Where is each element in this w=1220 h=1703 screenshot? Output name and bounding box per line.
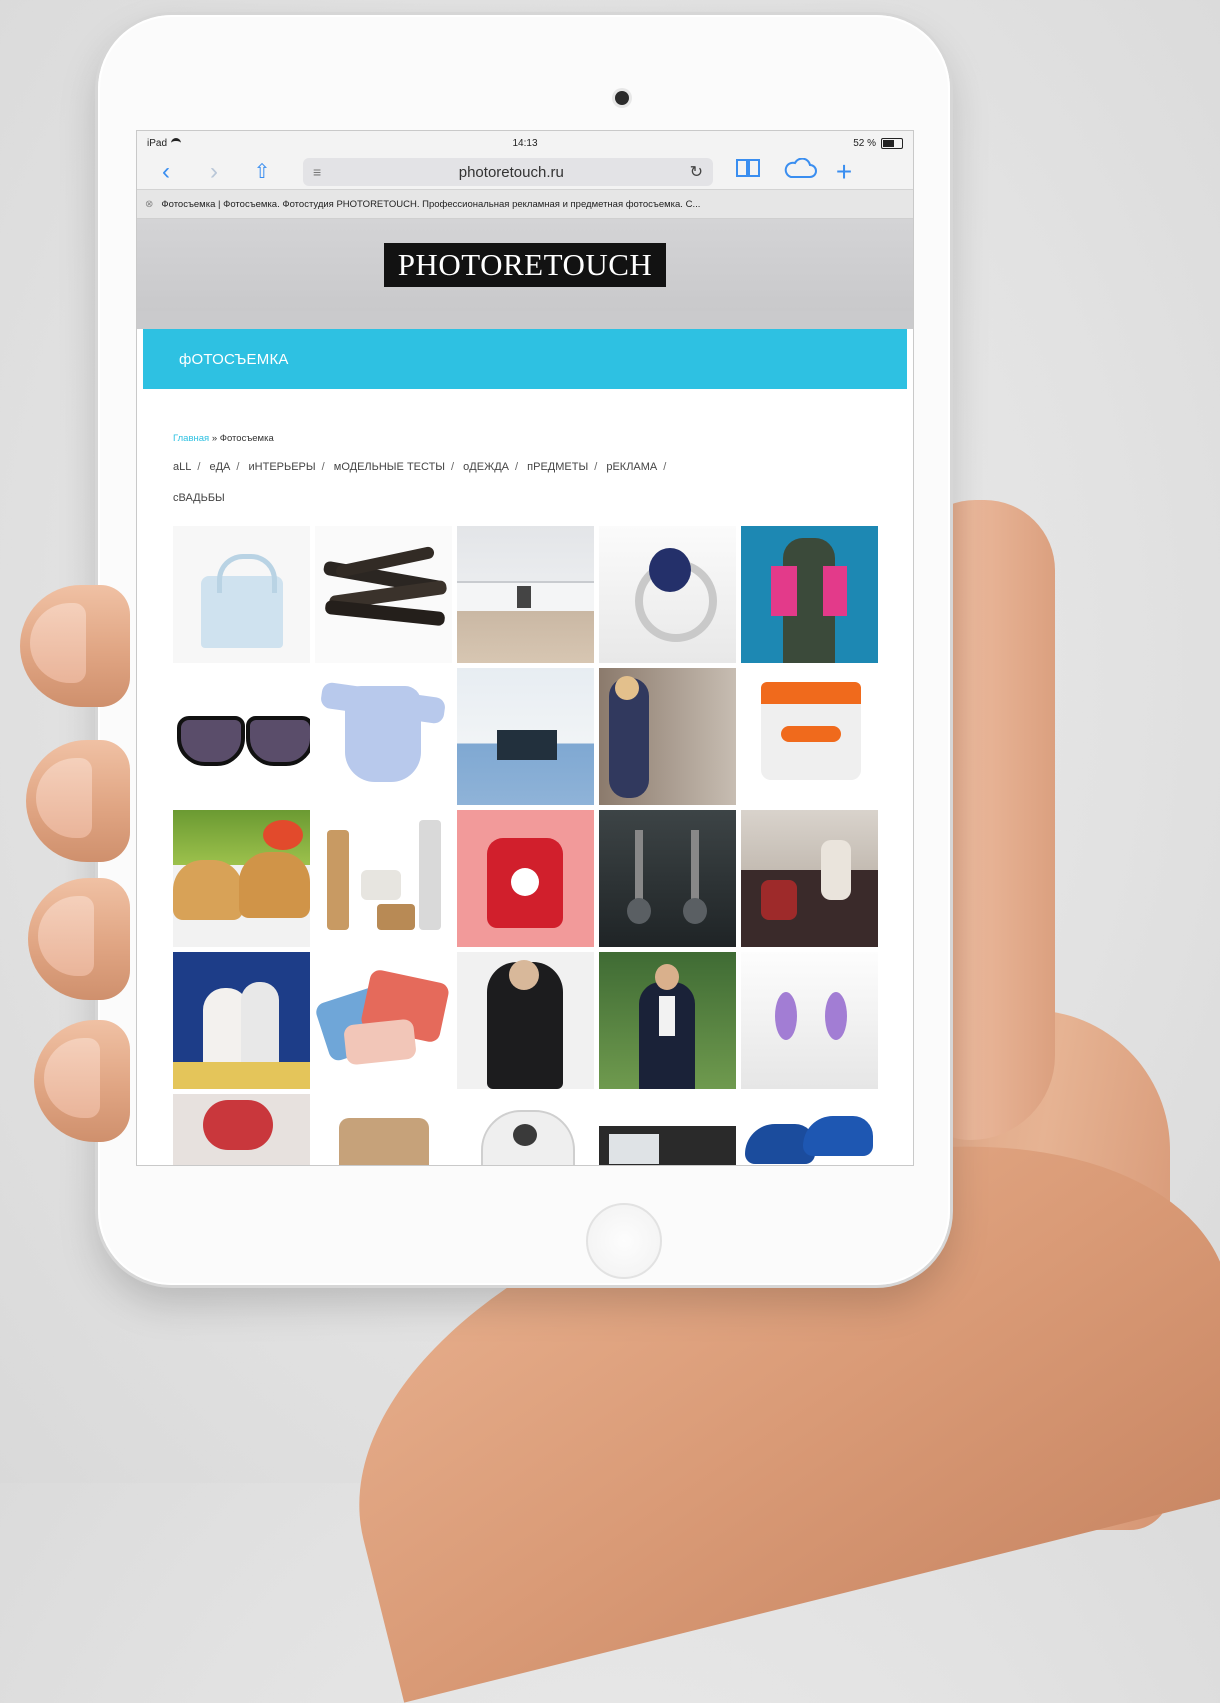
site-header: PHOTORETOUCH: [137, 219, 913, 311]
filter-separator: /: [594, 461, 598, 473]
forward-button[interactable]: ›: [201, 158, 227, 186]
back-button[interactable]: ‹: [153, 158, 179, 186]
cloud-icon: [784, 157, 817, 178]
gallery-item-handbag[interactable]: [173, 526, 310, 663]
gallery-item-office-interior[interactable]: [457, 668, 594, 805]
filter-interiors[interactable]: иНТЕРЬЕРЫ: [249, 461, 316, 473]
gallery-item-fashion-model-sitting[interactable]: [599, 668, 736, 805]
gallery-item-baby-bodysuit[interactable]: [315, 668, 452, 805]
share-button[interactable]: ⇧: [249, 158, 275, 186]
book-icon: [736, 159, 760, 177]
gallery-item-sapphire-ring[interactable]: [599, 526, 736, 663]
clock: 14:13: [512, 137, 538, 149]
gallery-item-teapot-ad[interactable]: [457, 810, 594, 947]
gallery-item-cosmetic-jar[interactable]: [741, 668, 878, 805]
breadcrumb-separator: »: [211, 433, 218, 444]
gallery-item-burlap-bag[interactable]: [315, 1094, 452, 1165]
wifi-icon: [171, 137, 182, 149]
tab-bar[interactable]: ⊗ Фотосъемка | Фотосъемка. Фотостудия PH…: [137, 189, 913, 219]
browser-toolbar: ‹ › ⇧ ≡ photoretouch.ru ↻ +: [137, 155, 913, 189]
carrier-label: iPad: [147, 137, 168, 149]
hand-finger: [28, 878, 130, 1000]
filter-separator: /: [197, 461, 201, 473]
section-title: фОТОСЪЕМКА: [179, 350, 289, 368]
breadcrumb: Главная » Фотосъемка: [173, 433, 877, 444]
gallery-item-man-in-blazer[interactable]: [599, 952, 736, 1089]
gallery-item-pearl-earrings[interactable]: [599, 810, 736, 947]
gallery-item-fur-coat[interactable]: [457, 952, 594, 1089]
battery-icon: [881, 137, 903, 149]
hand-finger: [26, 740, 130, 862]
filter-all[interactable]: aLL: [173, 461, 191, 473]
breadcrumb-home-link[interactable]: Главная: [173, 433, 209, 444]
site-logo[interactable]: PHOTORETOUCH: [383, 243, 667, 287]
gallery-item-sunglasses[interactable]: [173, 668, 310, 805]
filter-advertising[interactable]: рЕКЛАМА: [606, 461, 657, 473]
filter-separator: /: [236, 461, 240, 473]
gallery-item-scarves[interactable]: [315, 952, 452, 1089]
filter-model-tests[interactable]: мОДЕЛЬНЫЕ ТЕСТЫ: [334, 461, 445, 473]
gallery-item-fashion-jacket[interactable]: [741, 526, 878, 663]
photo-gallery: [173, 526, 879, 1165]
gallery-item-kitchen-interior[interactable]: [457, 526, 594, 663]
battery-percent: 52 %: [853, 137, 876, 149]
gallery-item-couple-portrait[interactable]: [173, 1094, 310, 1165]
hand-finger: [34, 1020, 130, 1142]
gallery-item-amethyst-earrings[interactable]: [741, 952, 878, 1089]
header-band: [137, 311, 913, 329]
filter-clothing[interactable]: оДЕЖДА: [463, 461, 509, 473]
reload-icon[interactable]: ↻: [690, 162, 703, 182]
hand-finger: [20, 585, 130, 707]
breadcrumb-current: Фотосъемка: [219, 433, 274, 444]
new-tab-button[interactable]: +: [831, 158, 857, 186]
gallery-item-birdhouse[interactable]: [457, 1094, 594, 1165]
section-title-bar: фОТОСЪЕМКА: [143, 329, 907, 389]
close-tab-icon[interactable]: ⊗: [145, 199, 153, 210]
reader-icon[interactable]: ≡: [313, 164, 333, 180]
screen: iPad 14:13 52 % ‹ › ⇧ ≡ photoretouch.ru …: [136, 130, 914, 1166]
filter-separator: /: [663, 461, 667, 473]
gallery-item-wedding-couple[interactable]: [173, 952, 310, 1089]
gallery-item-croissant-sandwiches[interactable]: [173, 810, 310, 947]
gallery-item-electronics[interactable]: [599, 1094, 736, 1165]
filter-separator: /: [515, 461, 519, 473]
camera-icon: [615, 91, 629, 105]
tab-title[interactable]: Фотосъемка | Фотосъемка. Фотостудия PHOT…: [161, 199, 700, 210]
filter-food[interactable]: еДА: [209, 461, 230, 473]
address-bar[interactable]: ≡ photoretouch.ru ↻: [303, 158, 713, 186]
filter-weddings[interactable]: сВАДЬБЫ: [173, 492, 225, 504]
filter-separator: /: [451, 461, 455, 473]
filter-separator: /: [321, 461, 325, 473]
status-bar: iPad 14:13 52 %: [137, 131, 913, 155]
category-filters: aLL / еДА / иНТЕРЬЕРЫ / мОДЕЛЬНЫЕ ТЕСТЫ / оД…: [173, 452, 833, 514]
icloud-tabs-button[interactable]: [783, 157, 817, 187]
gallery-item-blue-sneakers[interactable]: [741, 1094, 878, 1165]
bookmarks-button[interactable]: [735, 157, 761, 187]
gallery-item-vanilla-pods[interactable]: [315, 526, 452, 663]
url-text[interactable]: photoretouch.ru: [333, 164, 690, 181]
home-button[interactable]: [586, 1203, 662, 1279]
filter-objects[interactable]: пРЕДМЕТЫ: [527, 461, 588, 473]
gallery-item-group-fashion-shoot[interactable]: [741, 810, 878, 947]
gallery-item-cosmetics-set[interactable]: [315, 810, 452, 947]
